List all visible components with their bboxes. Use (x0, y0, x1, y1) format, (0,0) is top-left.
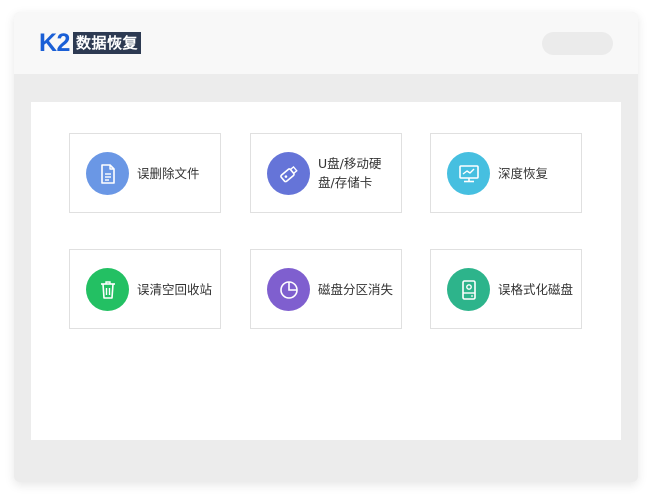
option-label: 误格式化磁盘 (498, 281, 574, 297)
option-label: 磁盘分区消失 (318, 281, 394, 297)
recovery-options-panel: 误删除文件 U盘/移动硬盘/存储卡 深度恢复 误清空回收站 磁盘分区消失 误格式… (31, 102, 621, 440)
header-pill-button[interactable] (542, 32, 613, 55)
app-logo: K2 数据恢复 (39, 30, 141, 56)
option-card-deleted-files[interactable]: 误删除文件 (69, 133, 221, 213)
logo-brand: K2 (39, 29, 70, 57)
hard-drive-icon (447, 268, 490, 311)
option-label: 误清空回收站 (137, 281, 213, 297)
app-window: K2 数据恢复 误删除文件 U盘/移动硬盘/存储卡 深度恢复 误清空回收站 磁盘… (14, 12, 638, 482)
option-card-usb-drive[interactable]: U盘/移动硬盘/存储卡 (250, 133, 402, 213)
option-label: U盘/移动硬盘/存储卡 (318, 156, 382, 190)
pie-chart-icon (267, 268, 310, 311)
option-card-formatted-disk[interactable]: 误格式化磁盘 (430, 249, 582, 329)
option-card-recycle-bin[interactable]: 误清空回收站 (69, 249, 221, 329)
header-bar: K2 数据恢复 (14, 12, 638, 74)
option-card-partition-lost[interactable]: 磁盘分区消失 (250, 249, 402, 329)
trash-icon (86, 268, 129, 311)
monitor-icon (447, 152, 490, 195)
option-label: 误删除文件 (137, 165, 200, 181)
document-icon (86, 152, 129, 195)
usb-drive-icon (267, 152, 310, 195)
option-label: 深度恢复 (498, 165, 549, 181)
logo-name: 数据恢复 (72, 32, 141, 54)
option-card-deep-recovery[interactable]: 深度恢复 (430, 133, 582, 213)
